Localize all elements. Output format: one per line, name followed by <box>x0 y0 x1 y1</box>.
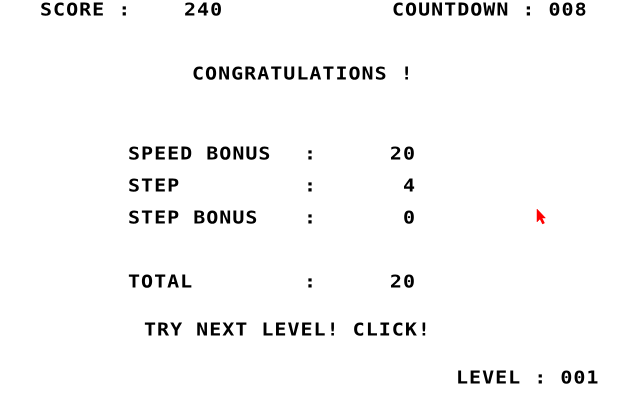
congratulations-title: CONGRATULATIONS ! <box>192 62 414 84</box>
level-label: LEVEL : 001 <box>456 366 600 388</box>
step-bonus-separator: : <box>304 206 318 228</box>
step-separator: : <box>304 174 318 196</box>
total-label: TOTAL <box>128 270 194 292</box>
step-label: STEP <box>128 174 181 196</box>
mouse-pointer-icon <box>536 208 546 225</box>
score-label: SCORE : <box>40 0 132 20</box>
score-value: 240 <box>184 0 224 20</box>
total-value: 20 <box>389 270 416 292</box>
try-next-level-prompt[interactable]: TRY NEXT LEVEL! CLICK! <box>144 320 431 338</box>
step-value: 4 <box>402 174 416 196</box>
step-bonus-value: 0 <box>402 206 416 228</box>
speed-bonus-separator: : <box>304 142 318 164</box>
step-bonus-label: STEP BONUS <box>128 206 259 228</box>
countdown-label: COUNTDOWN : 008 <box>392 0 588 20</box>
total-separator: : <box>304 270 318 292</box>
speed-bonus-value: 20 <box>389 142 416 164</box>
speed-bonus-label: SPEED BONUS <box>128 142 272 164</box>
